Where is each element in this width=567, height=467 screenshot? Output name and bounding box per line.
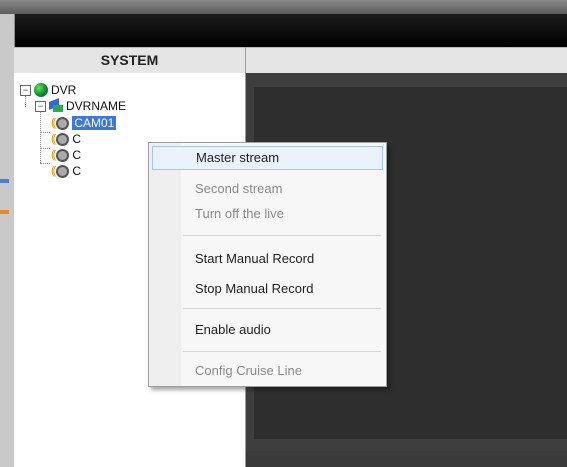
system-panel-header: SYSTEM <box>14 47 246 74</box>
edge-marker-orange <box>0 210 9 214</box>
menu-item-stop-manual-record[interactable]: Stop Manual Record <box>152 277 383 301</box>
tree-node-dvr-label: DVRNAME <box>66 99 127 113</box>
tree-node-camera[interactable]: (( CAM01 <box>51 116 117 130</box>
tree-node-dvr[interactable]: − DVRNAME <box>35 98 127 113</box>
menu-item-turn-off-live[interactable]: Turn off the live <box>152 202 383 226</box>
view-panel-header <box>246 47 567 74</box>
menu-item-start-manual-record[interactable]: Start Manual Record <box>152 247 383 271</box>
tree-connector <box>40 148 50 149</box>
collapse-icon[interactable]: − <box>20 84 31 96</box>
video-footer <box>246 451 567 467</box>
edge-marker-blue <box>0 179 9 183</box>
menu-item-second-stream[interactable]: Second stream <box>152 177 383 201</box>
menu-item-config-cruise-line[interactable]: Config Cruise Line <box>152 359 383 383</box>
tree-node-camera[interactable]: (( C <box>51 164 81 178</box>
camera-label-selected: CAM01 <box>72 116 117 130</box>
tree-connector <box>40 163 50 164</box>
menu-separator <box>183 308 381 309</box>
system-header-title: SYSTEM <box>100 52 159 68</box>
menu-item-enable-audio[interactable]: Enable audio <box>152 318 383 342</box>
camera-context-menu: Master stream Second stream Turn off the… <box>148 142 387 387</box>
dvr-device-icon <box>49 98 63 112</box>
tree-node-root[interactable]: − DVR <box>20 83 76 97</box>
window-top-bar <box>0 0 567 14</box>
tree-node-camera[interactable]: (( C <box>51 132 81 146</box>
camera-label: C <box>72 148 81 162</box>
tree-node-root-label: DVR <box>51 83 77 97</box>
menu-separator <box>183 351 381 352</box>
left-edge-strip <box>0 14 15 467</box>
tree-node-camera[interactable]: (( C <box>51 148 81 162</box>
camera-icon: (( <box>51 148 70 162</box>
camera-icon: (( <box>51 116 70 130</box>
camera-icon: (( <box>51 132 70 146</box>
menu-item-master-stream[interactable]: Master stream <box>152 146 383 170</box>
tree-connector <box>40 109 41 163</box>
camera-label: C <box>72 164 81 178</box>
toolbar-band <box>14 14 567 47</box>
camera-label: C <box>72 132 81 146</box>
camera-icon: (( <box>51 164 70 178</box>
menu-separator <box>183 235 381 236</box>
tree-connector <box>40 132 50 133</box>
globe-icon <box>34 83 48 97</box>
collapse-icon[interactable]: − <box>35 100 46 112</box>
